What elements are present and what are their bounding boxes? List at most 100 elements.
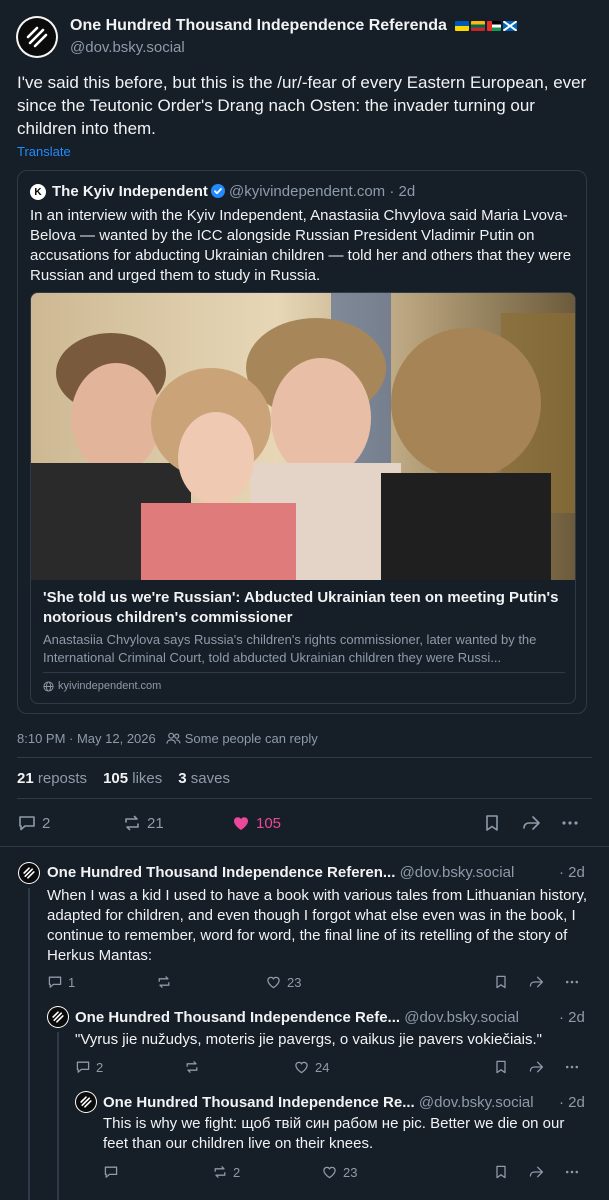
saves-stat[interactable]: 3 saves [178,770,230,787]
quote-header: The Kyiv Independent @kyivindependent.co… [52,183,415,200]
logo-stripes-icon [80,1096,92,1108]
logo-stripes-icon [26,26,48,48]
reply-time: · 2d [559,1009,585,1026]
repost-button[interactable]: 21 [122,813,164,833]
more-options-button[interactable] [560,813,580,833]
share-button[interactable] [527,974,545,990]
flag-palestine-icon [487,20,502,31]
like-count: 24 [315,1059,330,1075]
flag-scotland-icon [503,20,518,31]
post-meta: 8:10 PM · May 12, 2026 Some people can r… [17,731,318,746]
link-card-domain-text: kyivindependent.com [58,680,162,692]
author-name[interactable]: One Hundred Thousand Independence Refere… [70,17,518,35]
reply-author-name[interactable]: One Hundred Thousand Independence Re... [103,1094,415,1111]
reply-author-name[interactable]: One Hundred Thousand Independence Refe..… [75,1009,400,1026]
reply-author-handle[interactable]: @dov.bsky.social [404,1009,519,1026]
reply-count: 1 [68,974,76,990]
repost-button[interactable] [184,1059,205,1075]
like-button[interactable]: 24 [293,1059,329,1075]
flag-emojis [455,20,518,31]
post-actions: 2 21 105 [17,813,592,835]
flag-lithuania-icon [471,20,486,31]
divider [17,757,592,758]
reply-2[interactable]: One Hundred Thousand Independence Refe..… [0,996,609,1086]
like-button[interactable]: 105 [231,813,281,833]
reply-header: One Hundred Thousand Independence Re... … [103,1094,534,1111]
reply-button[interactable]: 2 [75,1059,103,1075]
link-card-domain: kyivindependent.com [43,680,161,692]
bookmark-button[interactable] [493,974,509,990]
like-button[interactable]: 23 [321,1164,357,1180]
post-timestamp[interactable]: 8:10 PM · May 12, 2026 [17,731,156,746]
quote-time: · 2d [389,183,416,200]
likes-label: likes [132,770,163,787]
author-avatar[interactable] [16,16,58,58]
bookmark-icon [486,815,498,831]
likes-count: 105 [103,770,129,787]
flag-ukraine-icon [455,20,470,31]
repost-count: 21 [147,814,164,832]
reposts-count: 21 [17,770,34,787]
bookmark-button[interactable] [493,1164,509,1180]
link-card-divider [43,672,565,673]
people-icon [166,732,181,745]
repost-count: 2 [233,1164,241,1180]
repost-button[interactable]: 2 [212,1164,240,1180]
link-card[interactable]: 'She told us we're Russian': Abducted Uk… [30,292,576,704]
more-options-button[interactable] [564,1059,580,1075]
reply-actions: 2 23 [103,1164,587,1182]
logo-stripes-icon [52,1011,64,1023]
reply-setting-text: Some people can reply [184,731,318,746]
like-count: 23 [343,1164,358,1180]
share-button[interactable] [527,1059,545,1075]
reply-avatar[interactable] [47,1006,69,1028]
divider [17,798,592,799]
quote-author-name[interactable]: The Kyiv Independent [52,183,208,200]
reply-button[interactable]: 1 [47,974,75,990]
reply-header: One Hundred Thousand Independence Refe..… [75,1009,519,1026]
like-button[interactable]: 23 [265,974,301,990]
more-options-button[interactable] [564,974,580,990]
more-options-button[interactable] [564,1164,580,1180]
reply-time: · 2d [559,1094,585,1111]
reply-count: 2 [42,814,51,832]
share-button[interactable] [520,813,542,833]
reply-text: This is why we fight: щоб твій син рабом… [103,1115,565,1152]
quote-author-avatar[interactable]: K [30,184,46,200]
reply-3[interactable]: One Hundred Thousand Independence Re... … [0,1086,609,1200]
reply-time: · 2d [559,864,585,881]
reply-avatar[interactable] [75,1091,97,1113]
translate-link[interactable]: Translate [17,144,71,159]
link-card-title[interactable]: 'She told us we're Russian': Abducted Uk… [43,588,563,628]
like-count: 105 [256,814,282,832]
saves-label: saves [190,770,230,787]
reply-author-handle[interactable]: @dov.bsky.social [419,1094,534,1111]
reposts-label: reposts [37,770,88,787]
author-handle[interactable]: @dov.bsky.social [70,39,185,56]
reply-button[interactable]: 2 [17,813,50,833]
reply-1[interactable]: One Hundred Thousand Independence Refere… [0,846,609,996]
reply-avatar[interactable] [18,862,40,884]
likes-stat[interactable]: 105 likes [103,770,162,787]
quoted-post[interactable]: K The Kyiv Independent @kyivindependent.… [17,170,587,714]
reply-actions: 2 24 [75,1059,587,1077]
reply-text: "Vyrus jie nužudys, moteris jie pavergs,… [75,1031,542,1048]
reposts-stat[interactable]: 21 reposts [17,770,87,787]
share-button[interactable] [527,1164,545,1180]
reply-button[interactable] [103,1164,124,1180]
verified-badge-icon [210,184,225,198]
heart-filled-icon [234,817,248,830]
bookmark-button[interactable] [482,813,502,833]
quote-author-handle[interactable]: @kyivindependent.com [229,183,385,200]
globe-icon [43,680,54,692]
reply-count: 2 [96,1059,104,1075]
reply-author-name[interactable]: One Hundred Thousand Independence Refere… [47,864,395,881]
post-stats: 21 reposts 105 likes 3 saves [17,770,230,787]
author-name-text[interactable]: One Hundred Thousand Independence Refere… [70,17,447,34]
reply-actions: 1 23 [47,974,587,992]
repost-button[interactable] [156,974,177,990]
reply-setting[interactable]: Some people can reply [166,731,318,746]
quote-text: In an interview with the Kyiv Independen… [30,207,572,284]
reply-author-handle[interactable]: @dov.bsky.social [400,864,515,881]
bookmark-button[interactable] [493,1059,509,1075]
